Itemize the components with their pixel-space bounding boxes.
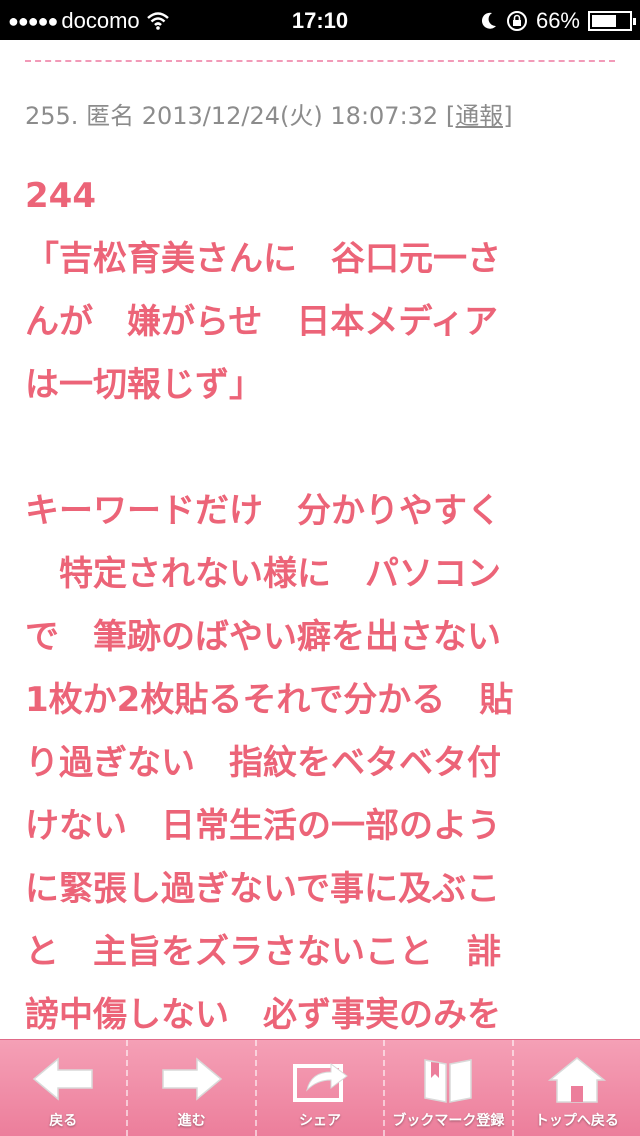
post-line: キーワードだけ 分かりやすく <box>25 491 501 531</box>
post-line: んが 嫌がらせ 日本メディア <box>25 302 498 342</box>
top-button[interactable]: トップへ戻る <box>514 1040 640 1136</box>
rotation-lock-icon <box>506 11 527 31</box>
forward-label: 進む <box>177 1113 206 1129</box>
home-icon <box>547 1057 606 1103</box>
battery-icon <box>588 11 636 31</box>
post-line: 謗中傷しない 必ず事実のみを <box>25 995 501 1035</box>
post-line: 1枚か2枚貼るそれで分かる 貼 <box>25 680 514 720</box>
post-date: 2013/12/24(火) 18:07:32 <box>141 102 439 130</box>
share-label: シェア <box>299 1113 342 1129</box>
post-line: 244 <box>25 176 96 216</box>
battery-percentage: 66% <box>535 8 580 33</box>
top-label: トップへ戻る <box>534 1113 619 1129</box>
post-line: り過ぎない 指紋をベタベタ付 <box>25 743 501 783</box>
back-arrow-icon <box>33 1057 93 1101</box>
post-line: けない 日常生活の一部のよう <box>25 806 501 846</box>
status-bar: ●●●●● docomo 17:10 66% <box>0 0 640 40</box>
status-right: 66% <box>480 8 636 34</box>
post-line: に緊張し過ぎないで事に及ぶこ <box>25 869 500 909</box>
back-label: 戻る <box>49 1113 78 1129</box>
forward-button[interactable]: 進む <box>128 1040 257 1136</box>
book-icon <box>424 1059 473 1103</box>
post-body: 244 「吉松育美さんに 谷口元一さ んが 嫌がらせ 日本メディア は一切報じず… <box>25 165 625 1047</box>
post-line: 特定されない様に パソコン <box>25 554 501 594</box>
post-line: で 筆跡のばやい癖を出さない <box>25 617 501 657</box>
share-button[interactable]: シェア <box>257 1040 386 1136</box>
post-meta: 255. 匿名 2013/12/24(火) 18:07:32 [通報] <box>25 96 513 131</box>
bottom-toolbar: 戻る 進む シェア ブックマーク登録 トップへ戻る <box>0 1039 640 1136</box>
moon-icon <box>481 12 496 29</box>
report-link[interactable]: [通報] <box>446 102 513 130</box>
forward-arrow-icon <box>161 1057 222 1101</box>
bookmark-button[interactable]: ブックマーク登録 <box>385 1040 514 1136</box>
back-button[interactable]: 戻る <box>0 1040 129 1136</box>
post-divider <box>25 60 615 62</box>
post-line: は一切報じず」 <box>25 365 263 405</box>
share-icon <box>293 1063 348 1102</box>
post-line-blank <box>25 417 625 480</box>
post-author: 匿名 <box>86 102 135 130</box>
post-line: と 主旨をズラさないこと 誹 <box>25 932 501 972</box>
bookmark-label: ブックマーク登録 <box>392 1113 505 1129</box>
post-line: 「吉松育美さんに 谷口元一さ <box>25 239 501 279</box>
post-number: 255. <box>25 102 79 130</box>
